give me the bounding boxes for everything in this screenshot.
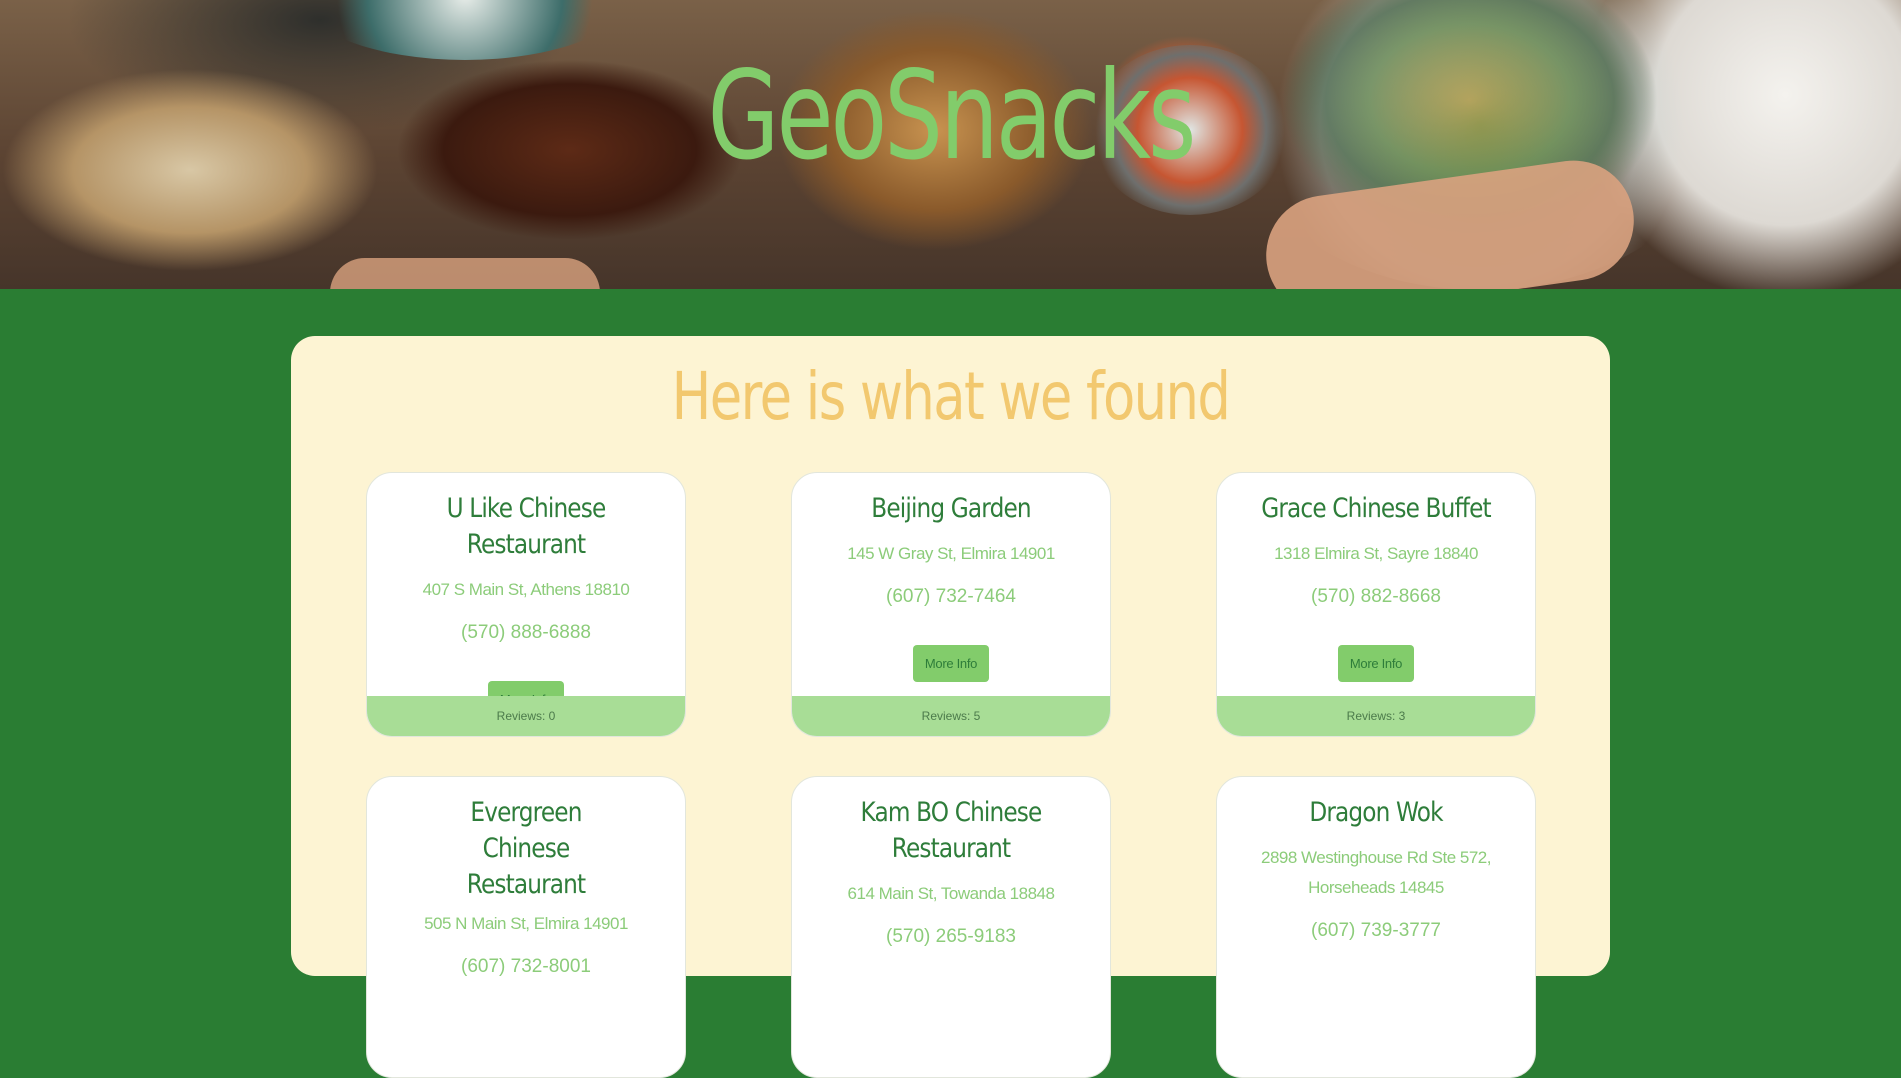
restaurant-name: Evergreen Chinese Restaurant (466, 797, 586, 900)
restaurant-address: 1318 Elmira St, Sayre 18840 (1274, 544, 1478, 563)
restaurant-phone: (570) 888-6888 (461, 622, 591, 643)
results-title: Here is what we found (671, 358, 1231, 435)
more-info-button[interactable]: More Info (912, 645, 990, 682)
restaurant-card: Grace Chinese Buffet 1318 Elmira St, Say… (1216, 472, 1536, 737)
brand-logo[interactable]: GeoSnacks (228, 55, 1673, 177)
restaurant-phone: (607) 739-3777 (1311, 920, 1441, 941)
food-photo-dip-bowl (300, 0, 630, 60)
restaurant-address: 2898 Westinghouse Rd Ste 572, Horseheads… (1261, 848, 1491, 897)
restaurant-name: Dragon Wok (1309, 797, 1443, 828)
restaurant-card: Beijing Garden 145 W Gray St, Elmira 149… (791, 472, 1111, 737)
restaurant-address: 407 S Main St, Athens 18810 (422, 580, 630, 599)
restaurant-address: 145 W Gray St, Elmira 14901 (847, 544, 1055, 563)
restaurant-phone: (570) 265-9183 (886, 926, 1016, 947)
restaurant-card: Dragon Wok 2898 Westinghouse Rd Ste 572,… (1216, 776, 1536, 1078)
hero-banner: GeoSnacks (0, 0, 1901, 289)
results-panel: Here is what we found U Like Chinese Res… (291, 336, 1610, 1078)
reviews-count: Reviews: 3 (1217, 696, 1535, 736)
food-photo-hand-left (330, 258, 600, 289)
restaurant-address: 505 N Main St, Elmira 14901 (424, 914, 628, 933)
restaurant-name: Kam BO Chinese Restaurant (860, 797, 1043, 864)
reviews-count: Reviews: 5 (792, 696, 1110, 736)
restaurant-card: Kam BO Chinese Restaurant 614 Main St, T… (791, 776, 1111, 1078)
restaurant-phone: (607) 732-8001 (461, 956, 591, 977)
restaurant-name: U Like Chinese Restaurant (446, 493, 607, 560)
restaurant-name: Beijing Garden (871, 493, 1031, 524)
main-section: Here is what we found U Like Chinese Res… (0, 289, 1901, 1078)
restaurant-card: Evergreen Chinese Restaurant 505 N Main … (366, 776, 686, 1078)
more-info-button[interactable]: More Info (1337, 645, 1415, 682)
reviews-count: Reviews: 0 (367, 696, 685, 736)
restaurant-phone: (570) 882-8668 (1311, 586, 1441, 607)
restaurant-address: 614 Main St, Towanda 18848 (847, 884, 1055, 903)
restaurant-card: U Like Chinese Restaurant 407 S Main St,… (366, 472, 686, 737)
restaurant-phone: (607) 732-7464 (886, 586, 1016, 607)
restaurant-name: Grace Chinese Buffet (1261, 493, 1491, 524)
